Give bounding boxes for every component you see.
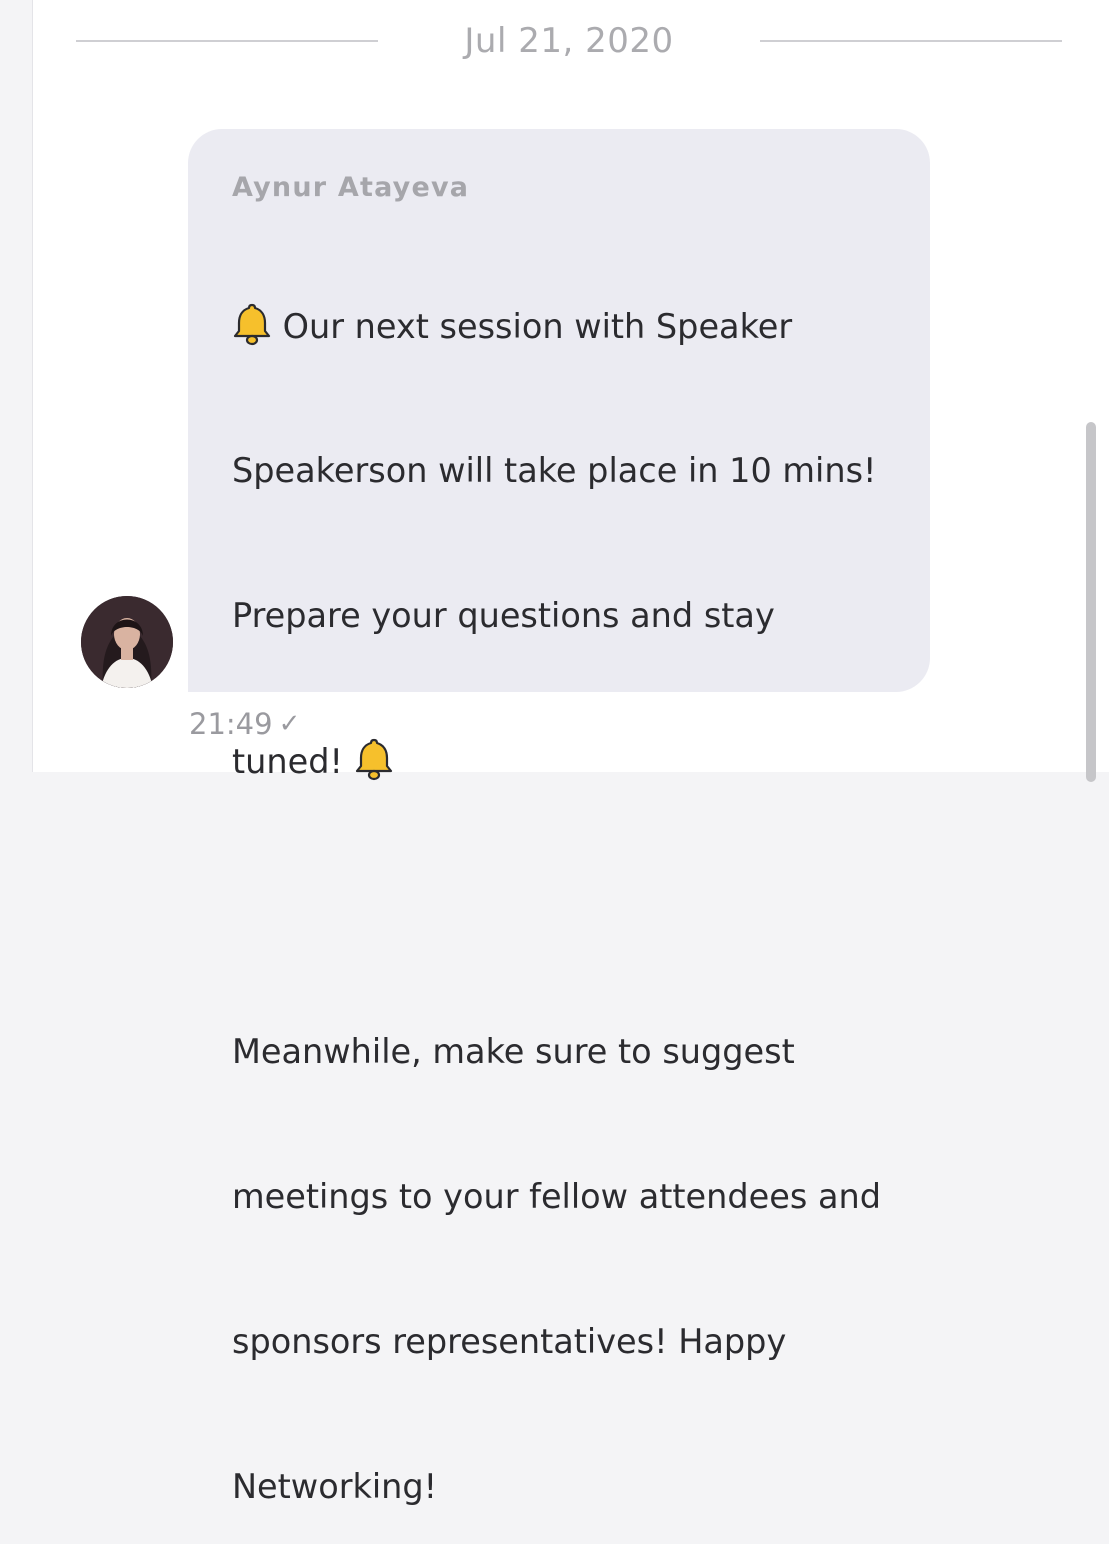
sender-name: Aynur Atayeva (232, 172, 470, 203)
message-line: Networking! (232, 1466, 438, 1506)
sender-avatar[interactable] (81, 596, 173, 688)
bell-icon (354, 737, 394, 781)
scrollbar-thumb[interactable] (1086, 422, 1096, 782)
date-label: Jul 21, 2020 (464, 21, 674, 61)
message-text: Our next session with Speaker Speakerson… (232, 205, 890, 1544)
message-text-part: tuned! (232, 742, 343, 782)
chat-panel: Jul 21, 2020 Aynur Atayeva Our next sess… (32, 0, 1109, 1506)
message-text-part: Our next session with Speaker (282, 306, 793, 346)
message-line: Speakerson will take place in 10 mins! (232, 451, 877, 491)
check-icon: ✓ (278, 709, 301, 739)
message-line: Our next session with Speaker (232, 302, 890, 351)
message-line: meetings to your fellow attendees and (232, 1176, 881, 1216)
message-bubble[interactable]: Aynur Atayeva Our next session with Spea… (188, 129, 930, 1506)
date-divider-line-left (76, 40, 378, 42)
message-line: tuned! (232, 737, 890, 786)
bell-icon (232, 302, 272, 346)
date-divider-line-right (760, 40, 1062, 42)
message-line: sponsors representatives! Happy (232, 1321, 787, 1361)
message-time: 21:49 (189, 707, 273, 741)
date-divider: Jul 21, 2020 (76, 18, 1062, 64)
scrollbar[interactable] (1086, 0, 1096, 782)
message-meta: 21:49 ✓ (189, 702, 300, 746)
message-line: Prepare your questions and stay (232, 596, 775, 636)
message-line: Meanwhile, make sure to suggest (232, 1032, 795, 1072)
